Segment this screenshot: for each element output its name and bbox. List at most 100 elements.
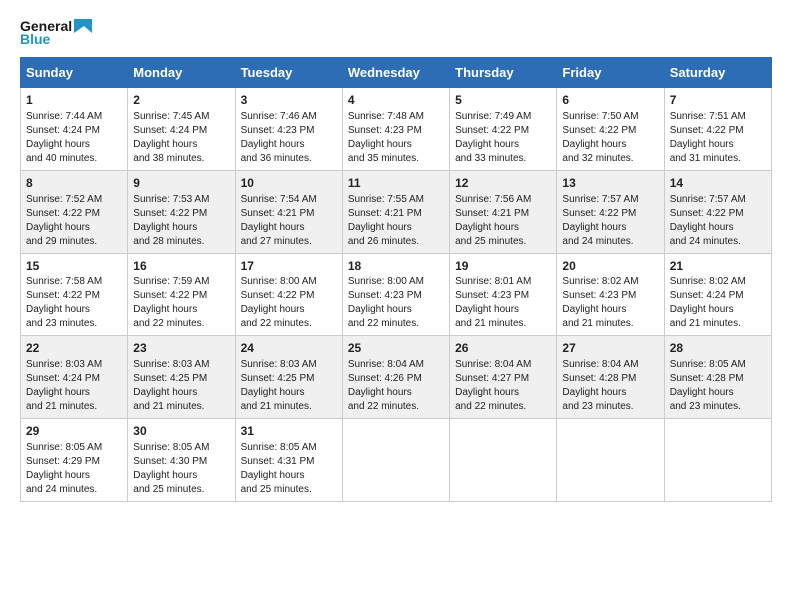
calendar-cell: 15Sunrise: 7:58 AMSunset: 4:22 PMDayligh… bbox=[21, 253, 128, 336]
day-info: Sunrise: 7:52 AMSunset: 4:22 PMDaylight … bbox=[26, 194, 102, 247]
calendar-cell: 16Sunrise: 7:59 AMSunset: 4:22 PMDayligh… bbox=[128, 253, 235, 336]
day-number: 15 bbox=[26, 258, 122, 275]
day-number: 4 bbox=[348, 92, 444, 109]
day-number: 31 bbox=[241, 423, 337, 440]
day-info: Sunrise: 7:59 AMSunset: 4:22 PMDaylight … bbox=[133, 276, 209, 329]
day-number: 12 bbox=[455, 175, 551, 192]
day-number: 19 bbox=[455, 258, 551, 275]
day-info: Sunrise: 8:04 AMSunset: 4:26 PMDaylight … bbox=[348, 359, 424, 412]
day-info: Sunrise: 8:03 AMSunset: 4:25 PMDaylight … bbox=[241, 359, 317, 412]
calendar-cell: 5Sunrise: 7:49 AMSunset: 4:22 PMDaylight… bbox=[450, 88, 557, 171]
day-info: Sunrise: 8:05 AMSunset: 4:28 PMDaylight … bbox=[670, 359, 746, 412]
header-monday: Monday bbox=[128, 58, 235, 88]
calendar-cell: 30 Sunrise: 8:05 AMSunset: 4:30 PMDayligh… bbox=[128, 419, 235, 502]
calendar-cell bbox=[450, 419, 557, 502]
calendar-cell: 9 Sunrise: 7:53 AMSunset: 4:22 PMDaylight… bbox=[128, 170, 235, 253]
day-number: 27 bbox=[562, 340, 658, 357]
calendar-cell: 7Sunrise: 7:51 AMSunset: 4:22 PMDaylight… bbox=[664, 88, 771, 171]
day-number: 3 bbox=[241, 92, 337, 109]
calendar-cell: 18Sunrise: 8:00 AMSunset: 4:23 PMDayligh… bbox=[342, 253, 449, 336]
day-number: 1 bbox=[26, 92, 122, 109]
day-info: Sunrise: 8:04 AMSunset: 4:28 PMDaylight … bbox=[562, 359, 638, 412]
day-info: Sunrise: 8:00 AMSunset: 4:22 PMDaylight … bbox=[241, 276, 317, 329]
calendar-cell: 13Sunrise: 7:57 AMSunset: 4:22 PMDayligh… bbox=[557, 170, 664, 253]
day-number: 6 bbox=[562, 92, 658, 109]
day-number: 18 bbox=[348, 258, 444, 275]
calendar-cell: 4Sunrise: 7:48 AMSunset: 4:23 PMDaylight… bbox=[342, 88, 449, 171]
day-number: 30 bbox=[133, 423, 229, 440]
day-info: Sunrise: 7:45 AMSunset: 4:24 PMDaylight … bbox=[133, 111, 209, 164]
day-number: 22 bbox=[26, 340, 122, 357]
calendar-header-row: SundayMondayTuesdayWednesdayThursdayFrid… bbox=[21, 58, 772, 88]
day-info: Sunrise: 8:01 AMSunset: 4:23 PMDaylight … bbox=[455, 276, 531, 329]
day-number: 5 bbox=[455, 92, 551, 109]
day-number: 29 bbox=[26, 423, 122, 440]
calendar-cell: 27 Sunrise: 8:04 AMSunset: 4:28 PMDayligh… bbox=[557, 336, 664, 419]
day-info: Sunrise: 8:05 AMSunset: 4:30 PMDaylight … bbox=[133, 442, 209, 495]
header-tuesday: Tuesday bbox=[235, 58, 342, 88]
week-row-4: 22 Sunrise: 8:03 AMSunset: 4:24 PMDayligh… bbox=[21, 336, 772, 419]
logo-text-blue: Blue bbox=[20, 31, 50, 47]
week-row-2: 8 Sunrise: 7:52 AMSunset: 4:22 PMDaylight… bbox=[21, 170, 772, 253]
calendar-cell: 6 Sunrise: 7:50 AMSunset: 4:22 PMDaylight… bbox=[557, 88, 664, 171]
day-number: 14 bbox=[670, 175, 766, 192]
calendar-cell: 21Sunrise: 8:02 AMSunset: 4:24 PMDayligh… bbox=[664, 253, 771, 336]
calendar-cell: 11 Sunrise: 7:55 AMSunset: 4:21 PMDayligh… bbox=[342, 170, 449, 253]
day-info: Sunrise: 7:46 AMSunset: 4:23 PMDaylight … bbox=[241, 111, 317, 164]
day-number: 28 bbox=[670, 340, 766, 357]
day-info: Sunrise: 8:05 AMSunset: 4:29 PMDaylight … bbox=[26, 442, 102, 495]
day-info: Sunrise: 7:50 AMSunset: 4:22 PMDaylight … bbox=[562, 111, 638, 164]
calendar-cell: 26 Sunrise: 8:04 AMSunset: 4:27 PMDayligh… bbox=[450, 336, 557, 419]
calendar-cell: 24Sunrise: 8:03 AMSunset: 4:25 PMDayligh… bbox=[235, 336, 342, 419]
page-header: General Blue bbox=[20, 18, 772, 47]
day-number: 25 bbox=[348, 340, 444, 357]
day-info: Sunrise: 8:00 AMSunset: 4:23 PMDaylight … bbox=[348, 276, 424, 329]
day-number: 2 bbox=[133, 92, 229, 109]
calendar-table: SundayMondayTuesdayWednesdayThursdayFrid… bbox=[20, 57, 772, 502]
day-info: Sunrise: 8:03 AMSunset: 4:24 PMDaylight … bbox=[26, 359, 102, 412]
calendar-cell: 23 Sunrise: 8:03 AMSunset: 4:25 PMDayligh… bbox=[128, 336, 235, 419]
calendar-cell: 19Sunrise: 8:01 AMSunset: 4:23 PMDayligh… bbox=[450, 253, 557, 336]
day-number: 13 bbox=[562, 175, 658, 192]
day-info: Sunrise: 7:55 AMSunset: 4:21 PMDaylight … bbox=[348, 194, 424, 247]
header-sunday: Sunday bbox=[21, 58, 128, 88]
day-number: 16 bbox=[133, 258, 229, 275]
calendar-cell: 28 Sunrise: 8:05 AMSunset: 4:28 PMDayligh… bbox=[664, 336, 771, 419]
calendar-cell: 10Sunrise: 7:54 AMSunset: 4:21 PMDayligh… bbox=[235, 170, 342, 253]
header-wednesday: Wednesday bbox=[342, 58, 449, 88]
day-number: 17 bbox=[241, 258, 337, 275]
week-row-1: 1 Sunrise: 7:44 AMSunset: 4:24 PMDaylight… bbox=[21, 88, 772, 171]
calendar-cell: 12Sunrise: 7:56 AMSunset: 4:21 PMDayligh… bbox=[450, 170, 557, 253]
day-info: Sunrise: 8:04 AMSunset: 4:27 PMDaylight … bbox=[455, 359, 531, 412]
day-info: Sunrise: 8:05 AMSunset: 4:31 PMDaylight … bbox=[241, 442, 317, 495]
day-info: Sunrise: 8:03 AMSunset: 4:25 PMDaylight … bbox=[133, 359, 209, 412]
calendar-cell: 22 Sunrise: 8:03 AMSunset: 4:24 PMDayligh… bbox=[21, 336, 128, 419]
calendar-cell bbox=[342, 419, 449, 502]
calendar-cell: 2 Sunrise: 7:45 AMSunset: 4:24 PMDaylight… bbox=[128, 88, 235, 171]
header-friday: Friday bbox=[557, 58, 664, 88]
calendar-cell bbox=[664, 419, 771, 502]
day-info: Sunrise: 7:51 AMSunset: 4:22 PMDaylight … bbox=[670, 111, 746, 164]
calendar-cell: 8 Sunrise: 7:52 AMSunset: 4:22 PMDaylight… bbox=[21, 170, 128, 253]
calendar-cell: 25 Sunrise: 8:04 AMSunset: 4:26 PMDayligh… bbox=[342, 336, 449, 419]
day-info: Sunrise: 7:53 AMSunset: 4:22 PMDaylight … bbox=[133, 194, 209, 247]
calendar-cell: 1 Sunrise: 7:44 AMSunset: 4:24 PMDaylight… bbox=[21, 88, 128, 171]
calendar-cell: 17Sunrise: 8:00 AMSunset: 4:22 PMDayligh… bbox=[235, 253, 342, 336]
day-number: 9 bbox=[133, 175, 229, 192]
logo-chevron bbox=[74, 19, 92, 33]
day-info: Sunrise: 7:44 AMSunset: 4:24 PMDaylight … bbox=[26, 111, 102, 164]
day-info: Sunrise: 7:58 AMSunset: 4:22 PMDaylight … bbox=[26, 276, 102, 329]
day-number: 26 bbox=[455, 340, 551, 357]
day-info: Sunrise: 7:57 AMSunset: 4:22 PMDaylight … bbox=[670, 194, 746, 247]
calendar-cell bbox=[557, 419, 664, 502]
day-info: Sunrise: 8:02 AMSunset: 4:24 PMDaylight … bbox=[670, 276, 746, 329]
day-number: 11 bbox=[348, 175, 444, 192]
day-number: 8 bbox=[26, 175, 122, 192]
logo: General Blue bbox=[20, 18, 92, 47]
calendar-cell: 14 Sunrise: 7:57 AMSunset: 4:22 PMDayligh… bbox=[664, 170, 771, 253]
calendar-cell: 20Sunrise: 8:02 AMSunset: 4:23 PMDayligh… bbox=[557, 253, 664, 336]
week-row-3: 15Sunrise: 7:58 AMSunset: 4:22 PMDayligh… bbox=[21, 253, 772, 336]
day-number: 23 bbox=[133, 340, 229, 357]
day-number: 20 bbox=[562, 258, 658, 275]
week-row-5: 29 Sunrise: 8:05 AMSunset: 4:29 PMDayligh… bbox=[21, 419, 772, 502]
